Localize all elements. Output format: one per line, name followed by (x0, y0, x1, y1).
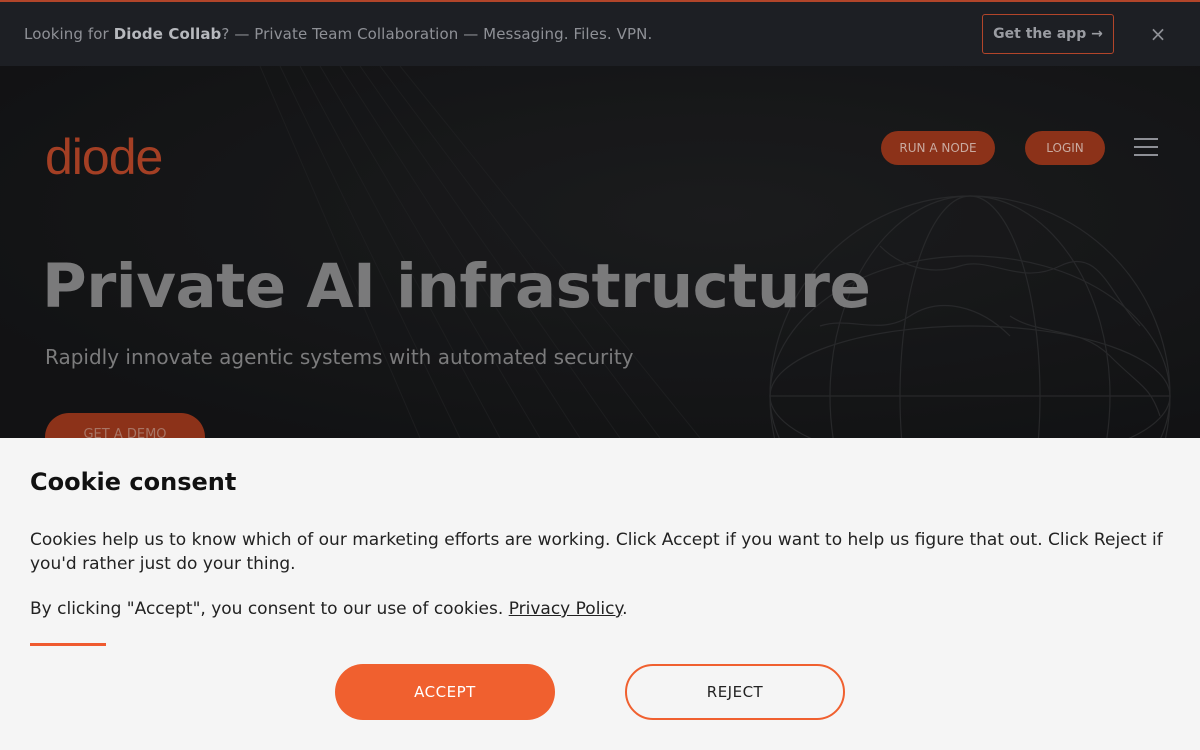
announcement-prefix: Looking for (24, 25, 114, 43)
run-a-node-button[interactable]: RUN A NODE (881, 131, 995, 165)
announcement-bar: Looking for Diode Collab? — Private Team… (0, 0, 1200, 66)
announcement-product[interactable]: Diode Collab (114, 25, 222, 43)
get-a-demo-button[interactable]: GET A DEMO (45, 413, 205, 438)
login-button[interactable]: LOGIN (1025, 131, 1105, 165)
consent-prefix: By clicking "Accept", you consent to our… (30, 599, 509, 619)
accent-divider (30, 643, 106, 646)
get-the-app-button[interactable]: Get the app → (982, 14, 1114, 54)
reject-button[interactable]: REJECT (625, 664, 845, 720)
hero-section: diode RUN A NODE LOGIN Private AI infras… (0, 66, 1200, 438)
cookie-consent-panel: Cookie consent Cookies help us to know w… (0, 438, 1200, 750)
hero-subtitle: Rapidly innovate agentic systems with au… (45, 345, 634, 369)
cookie-body-text: Cookies help us to know which of our mar… (30, 530, 1163, 574)
close-icon[interactable]: × (1148, 22, 1168, 46)
diode-logo[interactable]: diode (45, 128, 163, 186)
privacy-policy-link[interactable]: Privacy Policy (509, 599, 622, 619)
cookie-consent-text: By clicking "Accept", you consent to our… (30, 597, 628, 621)
cookie-title: Cookie consent (30, 468, 237, 496)
announcement-suffix: ? — Private Team Collaboration — Messagi… (221, 25, 653, 43)
announcement-text: Looking for Diode Collab? — Private Team… (24, 25, 652, 43)
hero-title: Private AI infrastructure (42, 251, 871, 322)
hamburger-menu-icon[interactable] (1134, 138, 1158, 158)
accept-button[interactable]: ACCEPT (335, 664, 555, 720)
consent-suffix: . (622, 599, 628, 619)
